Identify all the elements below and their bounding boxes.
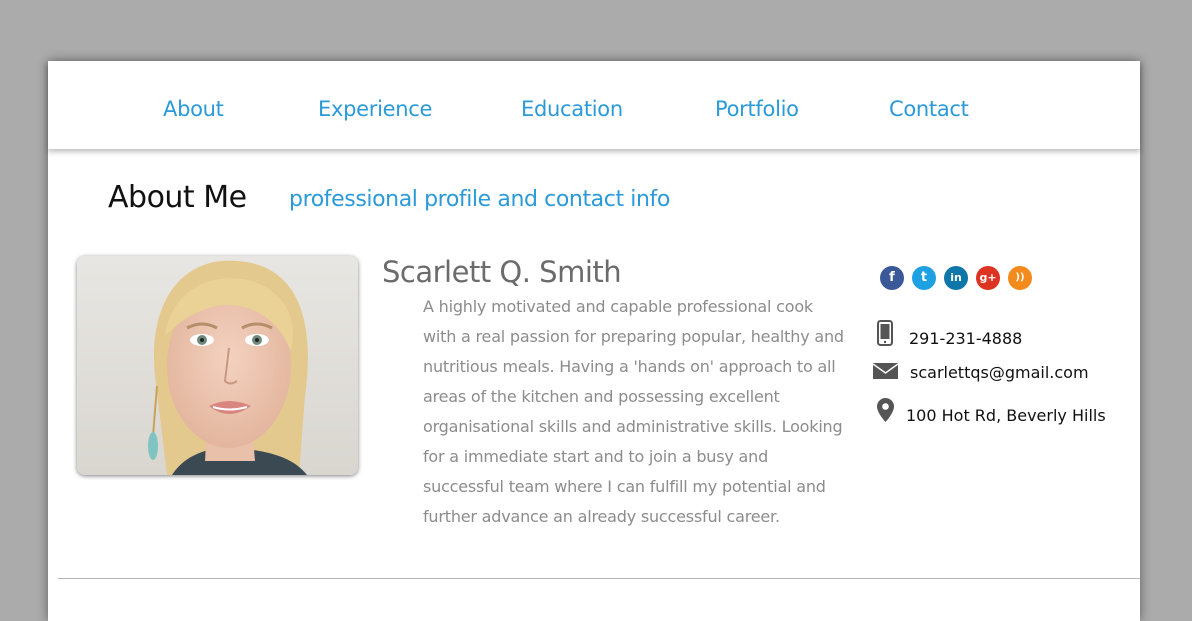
linkedin-icon[interactable]: in: [944, 266, 968, 290]
profile-name: Scarlett Q. Smith: [382, 255, 622, 289]
nav-link-about[interactable]: About: [163, 97, 224, 121]
nav-link-experience[interactable]: Experience: [318, 97, 432, 121]
phone-icon: [877, 320, 893, 346]
contact-email[interactable]: scarlettqs@gmail.com: [910, 363, 1089, 382]
profile-bio: A highly motivated and capable professio…: [423, 297, 844, 526]
top-navigation: About Experience Education Portfolio Con…: [48, 61, 1140, 149]
rss-icon[interactable]: )): [1008, 266, 1032, 290]
google-plus-icon[interactable]: g+: [976, 266, 1000, 290]
nav-link-contact[interactable]: Contact: [889, 97, 969, 121]
envelope-icon: [873, 363, 898, 379]
facebook-icon[interactable]: f: [880, 266, 904, 290]
nav-link-portfolio[interactable]: Portfolio: [715, 97, 799, 121]
section-title: About Me: [108, 180, 247, 215]
section-divider: [58, 578, 1140, 579]
resume-card: About Experience Education Portfolio Con…: [48, 61, 1140, 621]
contact-address: 100 Hot Rd, Beverly Hills: [906, 406, 1106, 425]
profile-photo: [77, 256, 358, 475]
map-marker-icon: [877, 398, 894, 422]
section-subtitle: professional profile and contact info: [289, 187, 670, 212]
twitter-icon[interactable]: t: [912, 266, 936, 290]
contact-phone[interactable]: 291-231-4888: [909, 329, 1022, 348]
nav-link-education[interactable]: Education: [521, 97, 623, 121]
